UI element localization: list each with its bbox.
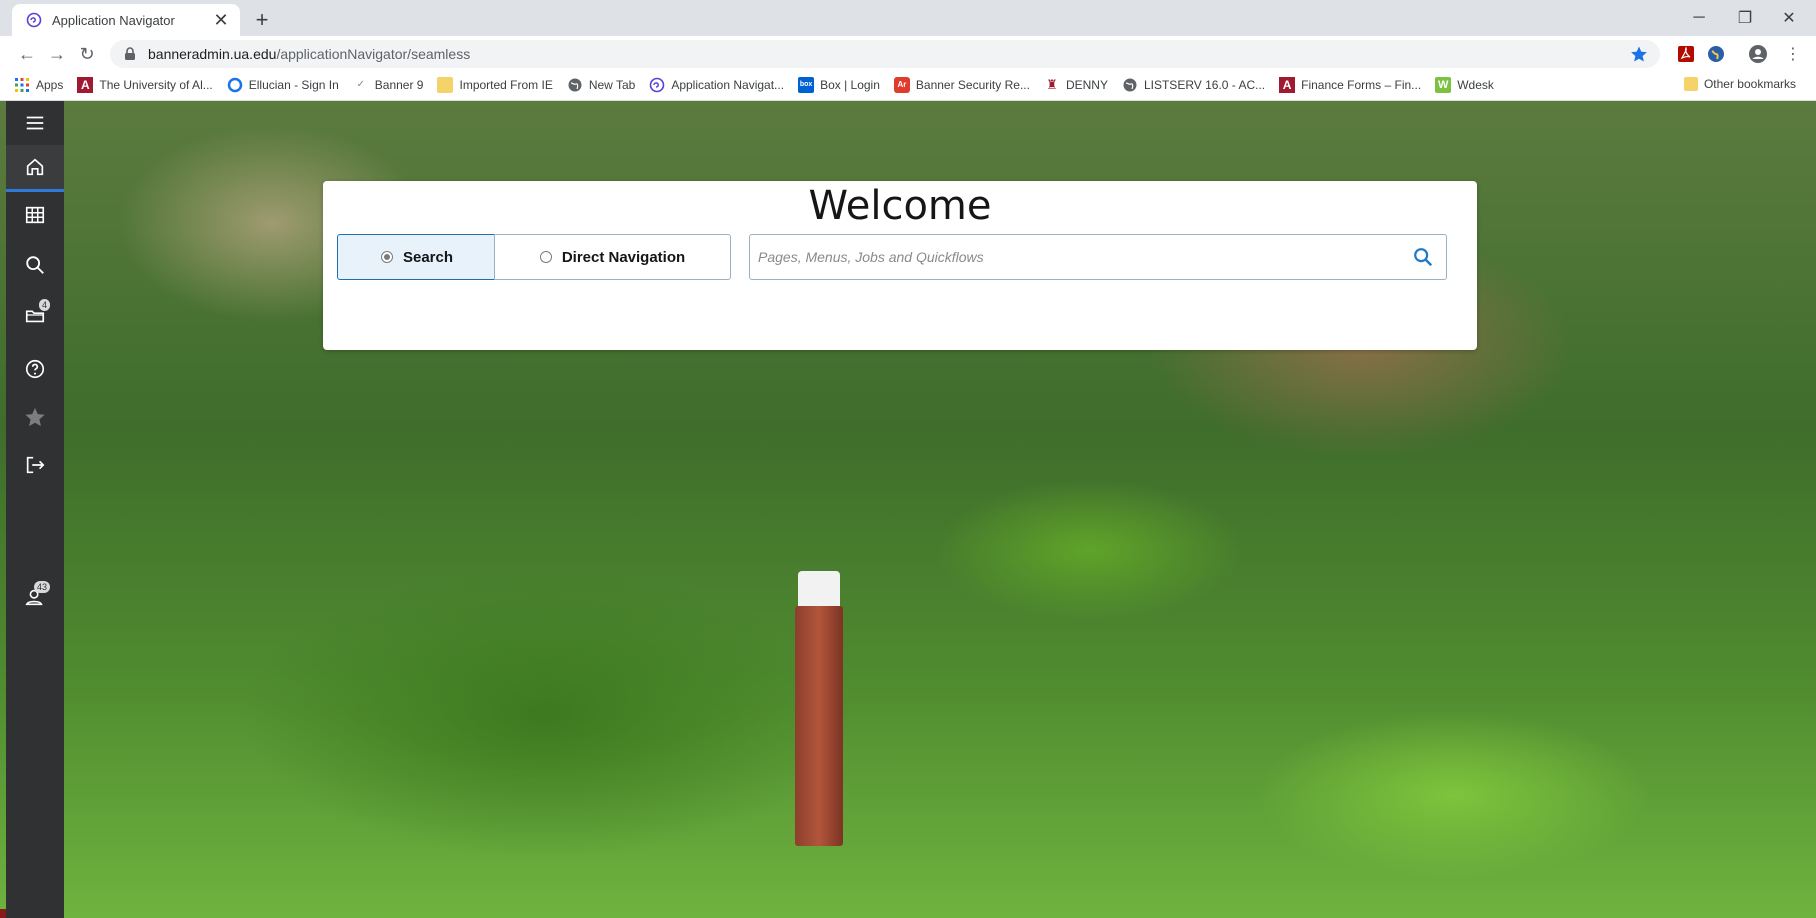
bookmark-label: Banner 9 xyxy=(374,78,424,92)
bookmark-label: Box | Login xyxy=(820,78,880,92)
reload-icon[interactable]: ↻ xyxy=(74,41,100,67)
minimize-icon[interactable]: ─ xyxy=(1676,4,1722,32)
sidebar-item-sign-out[interactable] xyxy=(6,443,64,487)
sidebar-item-applications[interactable] xyxy=(6,193,64,237)
bookmark-banner-security[interactable]: Ar Banner Security Re... xyxy=(893,77,1030,93)
url-path: /applicationNavigator/seamless xyxy=(276,46,471,62)
close-window-icon[interactable]: ✕ xyxy=(1766,4,1812,32)
browser-toolbar: ← → ↻ banneradmin.ua.edu/applicationNavi… xyxy=(0,36,1816,70)
globe-icon xyxy=(1123,78,1137,92)
globe-icon xyxy=(568,78,582,92)
bookmark-label: Imported From IE xyxy=(459,78,553,92)
bookmarks-bar: Apps A The University of Al... Ellucian … xyxy=(0,70,1816,101)
ua-logo-icon: A xyxy=(77,77,94,93)
bookmark-denny[interactable]: ♜ DENNY xyxy=(1044,77,1108,93)
page-viewport: 4 43 Welcome Search Direct Navigation xyxy=(0,101,1816,918)
bookmark-label: DENNY xyxy=(1065,78,1108,92)
hamburger-icon xyxy=(26,116,44,130)
bookmark-wdesk[interactable]: W Wdesk xyxy=(1435,77,1494,93)
bookmark-apps[interactable]: Apps xyxy=(14,77,63,93)
bookmark-label: LISTSERV 16.0 - AC... xyxy=(1143,78,1266,92)
app-navigator-favicon-icon xyxy=(26,12,42,28)
banner-icon: ✓ xyxy=(356,79,365,90)
sidebar-item-home[interactable] xyxy=(6,145,64,192)
sign-out-icon xyxy=(26,456,45,474)
app-nav-icon xyxy=(650,77,665,93)
address-bar[interactable]: banneradmin.ua.edu/applicationNavigator/… xyxy=(110,40,1660,68)
bookmark-label: Ellucian - Sign In xyxy=(248,78,339,92)
globe-extension-icon[interactable] xyxy=(1706,44,1726,64)
lock-icon xyxy=(125,47,135,60)
sidebar-item-menu[interactable] xyxy=(6,101,64,145)
notifications-count-badge: 43 xyxy=(33,581,50,593)
bookmark-app-navigator[interactable]: Application Navigat... xyxy=(649,77,784,93)
browser-tab-strip: Application Navigator ✕ + ─ ❐ ✕ xyxy=(0,0,1816,36)
other-bookmarks[interactable]: Other bookmarks xyxy=(1683,77,1796,91)
close-tab-icon[interactable]: ✕ xyxy=(210,9,232,31)
bookmark-university[interactable]: A The University of Al... xyxy=(77,77,213,93)
bookmark-label: New Tab xyxy=(588,78,636,92)
bookmark-label: Finance Forms – Fin... xyxy=(1301,78,1422,92)
browser-tab[interactable]: Application Navigator ✕ xyxy=(12,4,240,36)
bookmark-label: Banner Security Re... xyxy=(915,78,1030,92)
direct-navigation-toggle[interactable]: Direct Navigation xyxy=(494,234,731,280)
bookmark-listserv[interactable]: LISTSERV 16.0 - AC... xyxy=(1122,77,1265,93)
search-icon[interactable] xyxy=(1412,246,1434,268)
tab-title: Application Navigator xyxy=(52,12,175,28)
sidebar-item-help[interactable] xyxy=(6,347,64,391)
bell-tower xyxy=(795,606,843,846)
search-mode-label: Search xyxy=(402,248,454,266)
search-radio-icon[interactable] xyxy=(380,251,393,263)
bookmark-star-icon[interactable] xyxy=(1630,45,1648,63)
grid-icon xyxy=(25,206,45,224)
figure-icon: ♜ xyxy=(1046,77,1058,92)
home-icon xyxy=(26,158,44,176)
search-input[interactable] xyxy=(756,236,1412,278)
bookmark-box[interactable]: box Box | Login xyxy=(798,77,880,93)
restore-icon[interactable]: ❐ xyxy=(1722,4,1768,32)
search-icon xyxy=(26,256,44,274)
bookmark-ellucian[interactable]: Ellucian - Sign In xyxy=(227,77,339,93)
apps-grid-icon xyxy=(15,78,29,92)
box-icon: box xyxy=(798,77,815,93)
help-icon xyxy=(25,359,45,379)
recent-count-badge: 4 xyxy=(38,299,50,311)
bookmark-finance-forms[interactable]: A Finance Forms – Fin... xyxy=(1279,77,1421,93)
bell-tower-top xyxy=(798,571,840,611)
bookmark-label: Apps xyxy=(36,78,64,92)
direct-radio-icon[interactable] xyxy=(539,251,552,263)
bookmark-label: Application Navigat... xyxy=(671,78,785,92)
sidebar-item-recent[interactable]: 4 xyxy=(6,293,64,337)
forward-icon[interactable]: → xyxy=(44,41,70,67)
menu-dots-icon[interactable]: ⋮ xyxy=(1780,41,1806,67)
bookmark-newtab[interactable]: New Tab xyxy=(567,77,635,93)
sidebar-item-notifications[interactable]: 43 xyxy=(6,575,64,619)
sidebar-item-search[interactable] xyxy=(6,243,64,287)
folder-icon xyxy=(1683,77,1698,91)
bookmark-banner9[interactable]: ✓ Banner 9 xyxy=(353,77,424,93)
bookmark-label: The University of Al... xyxy=(99,78,213,92)
profile-icon[interactable] xyxy=(1748,44,1768,64)
star-icon xyxy=(25,407,45,427)
sidebar-item-favorites[interactable] xyxy=(6,395,64,439)
back-icon[interactable]: ← xyxy=(14,41,40,67)
wdesk-icon: W xyxy=(1435,77,1452,93)
direct-navigation-label: Direct Navigation xyxy=(561,248,686,266)
other-bookmarks-label: Other bookmarks xyxy=(1703,77,1796,91)
url-host: banneradmin.ua.edu xyxy=(148,46,277,62)
acrobat-icon: Ar xyxy=(893,77,910,93)
acrobat-extension-icon[interactable] xyxy=(1676,44,1696,64)
ua-logo-icon: A xyxy=(1279,77,1296,93)
bottom-edge xyxy=(0,909,6,918)
new-tab-button[interactable]: + xyxy=(248,6,276,34)
circle-icon xyxy=(227,77,242,93)
bookmark-label: Wdesk xyxy=(1457,78,1494,92)
search-box xyxy=(749,234,1447,280)
folder-icon xyxy=(437,77,454,93)
bookmark-imported[interactable]: Imported From IE xyxy=(437,77,553,93)
page-title: Welcome xyxy=(808,183,992,229)
welcome-card: Welcome Search Direct Navigation xyxy=(323,181,1477,350)
search-mode-toggle[interactable]: Search xyxy=(337,234,497,280)
